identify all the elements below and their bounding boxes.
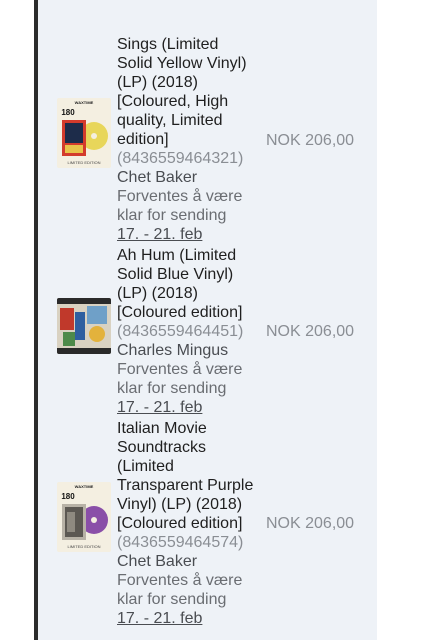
delivery-date: 17. - 21. feb bbox=[117, 610, 203, 627]
delivery-date: 17. - 21. feb bbox=[117, 226, 203, 243]
limited-edition-caption: LIMITED EDITION bbox=[67, 544, 100, 549]
item-sku: (8436559464574) bbox=[117, 534, 244, 551]
item-price: NOK 206,00 bbox=[266, 323, 355, 340]
item-title-line: (LP) (2018) bbox=[117, 74, 198, 91]
item-title-line: [Coloured edition] bbox=[117, 515, 243, 532]
delivery-date: 17. - 21. feb bbox=[117, 399, 203, 416]
item-sku: (8436559464321) bbox=[117, 150, 244, 167]
item-title-line: Vinyl) (LP) (2018) bbox=[117, 496, 243, 513]
item-title-line: Ah Hum (Limited bbox=[117, 247, 237, 264]
order-items-panel: WAXTIME 180 LIMITED EDITION Sings (Limit… bbox=[38, 0, 377, 640]
item-artist: Chet Baker bbox=[117, 169, 198, 186]
item-title-line: Soundtracks bbox=[117, 439, 206, 456]
shipping-note-line: Forventes å være bbox=[117, 361, 243, 378]
waxtime-logo: WAXTIME bbox=[75, 484, 94, 489]
item-title-line: Italian Movie bbox=[117, 420, 207, 437]
item-title-line: Sings (Limited bbox=[117, 36, 219, 53]
album-cover-image[interactable]: WAXTIME 180 LIMITED EDITION bbox=[57, 98, 111, 168]
item-title-line: (LP) (2018) bbox=[117, 285, 198, 302]
shipping-note-line: klar for sending bbox=[117, 380, 227, 397]
shipping-note-line: Forventes å være bbox=[117, 188, 243, 205]
album-cover-image[interactable] bbox=[57, 298, 111, 354]
shipping-note-line: klar for sending bbox=[117, 207, 227, 224]
item-title-line: Solid Yellow Vinyl) bbox=[117, 55, 247, 72]
shipping-note-line: klar for sending bbox=[117, 591, 227, 608]
item-description[interactable]: Ah Hum (Limited Solid Blue Vinyl) (LP) (… bbox=[117, 246, 267, 417]
item-title-line: (Limited bbox=[117, 458, 174, 475]
item-price: NOK 206,00 bbox=[266, 132, 355, 149]
waxtime-logo: WAXTIME bbox=[75, 100, 94, 105]
album-cover-art: WAXTIME 180 LIMITED EDITION bbox=[57, 482, 111, 552]
item-title-line: edition] bbox=[117, 131, 169, 148]
item-title-line: Solid Blue Vinyl) bbox=[117, 266, 234, 283]
album-cover-art bbox=[57, 298, 111, 354]
item-title-line: Transparent Purple bbox=[117, 477, 254, 494]
shipping-note-line: Forventes å være bbox=[117, 572, 243, 589]
item-title-line: [Coloured edition] bbox=[117, 304, 243, 321]
weight-badge: 180 bbox=[61, 492, 75, 501]
item-title-line: quality, Limited bbox=[117, 112, 223, 129]
weight-badge: 180 bbox=[61, 108, 75, 117]
item-artist: Charles Mingus bbox=[117, 342, 229, 359]
item-description[interactable]: Sings (Limited Solid Yellow Vinyl) (LP) … bbox=[117, 35, 267, 244]
album-cover-art: WAXTIME 180 LIMITED EDITION bbox=[57, 98, 111, 168]
item-sku: (8436559464451) bbox=[117, 323, 244, 340]
item-description[interactable]: Italian Movie Soundtracks (Limited Trans… bbox=[117, 419, 267, 628]
limited-edition-caption: LIMITED EDITION bbox=[67, 160, 100, 165]
item-title-line: [Coloured, High bbox=[117, 93, 229, 110]
item-price: NOK 206,00 bbox=[266, 515, 355, 532]
item-artist: Chet Baker bbox=[117, 553, 198, 570]
album-cover-image[interactable]: WAXTIME 180 LIMITED EDITION bbox=[57, 482, 111, 552]
